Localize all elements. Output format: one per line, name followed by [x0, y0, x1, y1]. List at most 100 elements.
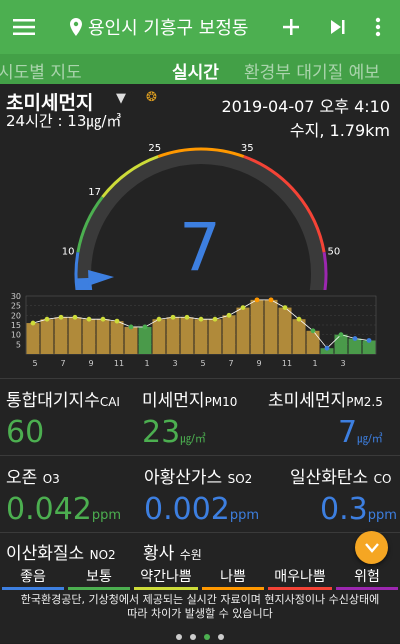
- hourly-bar: [124, 326, 138, 354]
- tab-bar: 시도별 지도 실시간 환경부 대기질 예보: [0, 54, 400, 84]
- data-point: [254, 297, 260, 303]
- data-point: [142, 324, 148, 330]
- skip-next-icon[interactable]: [325, 0, 351, 54]
- hourly-bar: [26, 323, 40, 354]
- data-point: [352, 336, 358, 341]
- level-legend: 좋음 보통 약간나쁨 나쁨 매우나쁨 위험: [0, 566, 400, 590]
- hourly-bar: [264, 299, 278, 354]
- stat-so2[interactable]: 아황산가스 SO2 0.002ppm: [144, 463, 259, 527]
- gauge-needle: [88, 270, 115, 286]
- add-icon[interactable]: [278, 0, 304, 54]
- tab-forecast[interactable]: 환경부 대기질 예보: [244, 58, 380, 83]
- y-tick-label: 20: [11, 311, 21, 320]
- hourly-bar: [54, 317, 68, 354]
- stat-value: 0.042: [6, 492, 92, 527]
- x-tick-label: 11: [282, 359, 292, 368]
- page-dot[interactable]: [218, 634, 224, 640]
- stat-cai[interactable]: 통합대기지수CAI 60: [6, 386, 120, 450]
- stat-value: 7: [338, 415, 358, 450]
- hourly-bar: [152, 319, 166, 354]
- hourly-bar: [334, 334, 348, 354]
- gauge-tick: 50: [328, 247, 341, 258]
- hourly-chart: 302520151055 7 9 11 1 3 5 7 9 11 1 3: [11, 292, 377, 368]
- more-vert-icon[interactable]: [366, 0, 390, 54]
- tab-realtime[interactable]: 실시간: [172, 58, 219, 83]
- expand-fab[interactable]: [355, 531, 388, 564]
- data-point: [310, 328, 316, 334]
- legend-item: 보통: [66, 566, 132, 590]
- data-point: [338, 332, 344, 338]
- hourly-bar: [68, 317, 82, 354]
- y-tick-label: 10: [11, 331, 21, 340]
- gauge-value: 7: [179, 209, 221, 286]
- hourly-bar: [194, 319, 208, 354]
- data-point: [296, 316, 302, 322]
- legend-item: 좋음: [0, 566, 66, 590]
- data-point: [184, 314, 190, 320]
- divider: [0, 532, 400, 533]
- y-tick-label: 15: [11, 321, 21, 330]
- y-tick-label: 30: [11, 292, 21, 301]
- hourly-bar: [82, 319, 96, 354]
- hourly-bar: [180, 317, 194, 354]
- who-globe-icon[interactable]: ❂: [146, 90, 157, 105]
- hourly-bar: [138, 326, 152, 354]
- data-point: [58, 314, 64, 320]
- x-tick-label: 3: [172, 359, 177, 368]
- hourly-bar: [166, 317, 180, 354]
- x-tick-label: 7: [228, 359, 233, 368]
- stat-value: 0.002: [144, 492, 230, 527]
- data-point: [114, 318, 120, 324]
- measure-datetime: 2019-04-07 오후 4:10: [221, 97, 390, 116]
- x-tick-label: 7: [60, 359, 65, 368]
- gauge-tick: 35: [241, 143, 254, 154]
- hourly-bar: [208, 319, 222, 354]
- station-info: 수지, 1.79km: [289, 121, 390, 140]
- stat-o3[interactable]: 오존 O3 0.042ppm: [6, 463, 121, 527]
- legend-item: 약간나쁨: [132, 566, 200, 590]
- page-dot[interactable]: [190, 634, 196, 640]
- data-point: [324, 345, 330, 351]
- data-source-notice: 한국환경공단, 기상청에서 제공되는 실시간 자료이며 현지사정이나 수신상태에…: [20, 593, 380, 620]
- gauge-tick: 10: [62, 247, 75, 258]
- hourly-bar: [40, 319, 54, 354]
- menu-icon[interactable]: [8, 0, 40, 54]
- hourly-bar: [250, 299, 264, 354]
- stat-co[interactable]: 일산화탄소 CO 0.3ppm: [290, 463, 397, 527]
- location-pin-icon: [70, 18, 82, 36]
- y-tick-label: 5: [16, 340, 21, 349]
- x-tick-label: 1: [144, 359, 149, 368]
- data-point: [44, 316, 50, 322]
- app-toolbar: 용인시 기흥구 보정동: [0, 0, 400, 54]
- stat-yellow-dust[interactable]: 황사 수원: [143, 539, 202, 564]
- x-tick-label: 3: [340, 359, 345, 368]
- data-point: [72, 314, 78, 320]
- average-24h: 24시간 : 13㎍/㎥: [6, 112, 122, 130]
- stat-pm25[interactable]: 초미세먼지PM2.5 7㎍/㎥: [268, 386, 383, 450]
- stat-pm10[interactable]: 미세먼지PM10 23㎍/㎥: [142, 386, 237, 450]
- divider: [0, 455, 400, 456]
- data-point: [128, 324, 134, 330]
- data-point: [156, 316, 162, 322]
- x-tick-label: 5: [200, 359, 205, 368]
- data-point: [240, 305, 246, 310]
- stat-value: 0.3: [320, 492, 368, 527]
- y-tick-label: 25: [11, 302, 21, 311]
- hourly-bar: [306, 330, 320, 354]
- page-dot-active[interactable]: [204, 634, 210, 640]
- location-selector[interactable]: 용인시 기흥구 보정동: [70, 0, 248, 54]
- stat-no2[interactable]: 이산화질소 NO2: [6, 539, 116, 564]
- chevron-down-icon[interactable]: ▼: [116, 91, 126, 106]
- location-label: 용인시 기흥구 보정동: [88, 18, 249, 39]
- gauge-tick: 17: [88, 187, 101, 198]
- legend-item: 매우나쁨: [266, 566, 334, 590]
- data-point: [30, 320, 36, 326]
- x-tick-label: 9: [88, 359, 93, 368]
- data-point: [170, 314, 176, 320]
- data-point: [100, 316, 106, 322]
- tab-region-map[interactable]: 시도별 지도: [0, 58, 82, 83]
- data-point: [366, 338, 372, 343]
- page-dot[interactable]: [176, 634, 182, 640]
- data-point: [198, 316, 204, 322]
- divider: [0, 378, 400, 379]
